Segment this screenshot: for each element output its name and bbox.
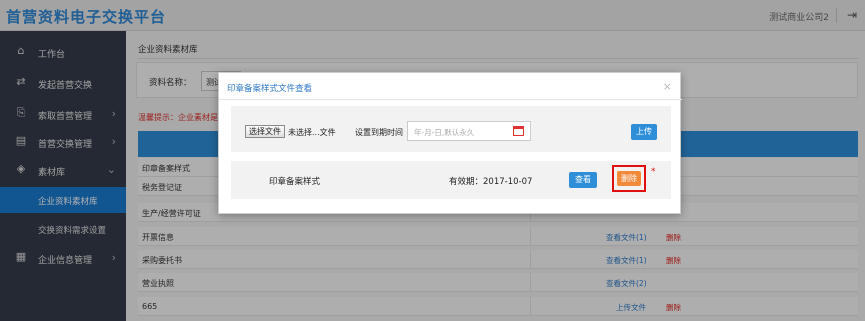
upload-button[interactable]: 上传 [631,124,657,140]
file-record-row: 印章备案样式 有效期：2017-10-07 查看 删除 * [231,161,671,199]
delete-highlight-box: 删除 [612,165,646,192]
expiry-date-input[interactable]: 年-月-日,默认永久 [407,121,531,141]
file-status-text: 未选择...文件 [288,128,336,137]
expiry-label: 设置到期时间 [355,128,403,137]
view-button[interactable]: 查看 [569,172,597,188]
date-placeholder: 年-月-日,默认永久 [414,128,475,137]
file-name: 印章备案样式 [269,177,321,187]
divider [219,99,682,100]
dialog-title: 印章备案样式文件查看 [227,84,313,94]
validity-text: 有效期：2017-10-07 [449,177,533,187]
choose-file-button[interactable]: 选择文件 [245,125,285,138]
required-asterisk: * [651,167,656,177]
upload-panel: 选择文件 未选择...文件 设置到期时间 年-月-日,默认永久 上传 [231,106,671,152]
delete-button[interactable]: 删除 [617,171,641,186]
calendar-icon[interactable] [513,126,524,136]
close-icon[interactable]: × [663,80,672,93]
file-view-dialog: 印章备案样式文件查看 × 选择文件 未选择...文件 设置到期时间 年-月-日,… [218,72,682,214]
